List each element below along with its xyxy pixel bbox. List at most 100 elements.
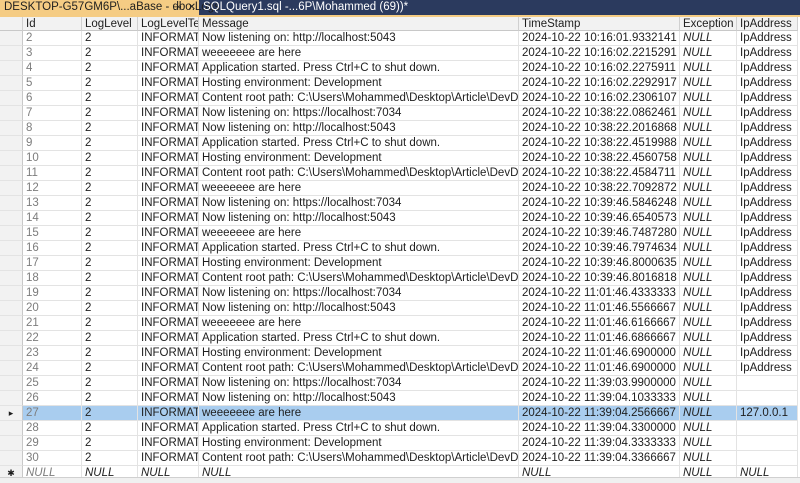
row-selector[interactable] — [0, 376, 23, 391]
cell-loglevel[interactable]: 2 — [82, 226, 138, 241]
table-row[interactable]: 22INFORMATIONNow listening on: http://lo… — [0, 31, 798, 46]
cell-ipaddress[interactable]: IpAddress — [737, 136, 798, 151]
table-row[interactable]: 182INFORMATIONContent root path: C:\User… — [0, 271, 798, 286]
row-selector[interactable] — [0, 271, 23, 286]
cell-id[interactable]: 22 — [23, 331, 82, 346]
cell-timestamp[interactable]: 2024-10-22 10:16:02.2275911 — [519, 61, 680, 76]
cell-timestamp[interactable]: 2024-10-22 11:01:46.6866667 — [519, 331, 680, 346]
cell-loglevel[interactable]: 2 — [82, 136, 138, 151]
cell-timestamp[interactable]: 2024-10-22 11:01:46.4333333 — [519, 286, 680, 301]
cell-ipaddress[interactable] — [737, 451, 798, 466]
cell-timestamp[interactable]: 2024-10-22 10:39:46.5846248 — [519, 196, 680, 211]
table-row[interactable]: 262INFORMATIONNow listening on: http://l… — [0, 391, 798, 406]
cell-message[interactable]: Content root path: C:\Users\Mohammed\Des… — [199, 451, 519, 466]
column-header-message[interactable]: Message — [199, 17, 519, 31]
cell-ipaddress[interactable]: IpAddress — [737, 226, 798, 241]
cell-ipaddress[interactable]: IpAddress — [737, 316, 798, 331]
row-selector[interactable] — [0, 226, 23, 241]
cell-timestamp[interactable]: 2024-10-22 11:39:04.2566667 — [519, 406, 680, 421]
cell-logleveltext[interactable]: INFORMATION — [138, 91, 199, 106]
cell-ipaddress[interactable]: IpAddress — [737, 346, 798, 361]
pin-icon[interactable]: ⊸ — [173, 2, 181, 13]
cell-ipaddress[interactable]: IpAddress — [737, 361, 798, 376]
tab-dbo-logs[interactable]: DESKTOP-G57GM6P\...aBase - dbo.Logs ⊸ ✕ — [0, 0, 220, 15]
close-icon[interactable]: ✕ — [188, 2, 196, 13]
table-row[interactable]: 72INFORMATIONNow listening on: https://l… — [0, 106, 798, 121]
cell-exception[interactable]: NULL — [680, 121, 737, 136]
cell-message[interactable]: Now listening on: https://localhost:7034 — [199, 286, 519, 301]
row-selector[interactable] — [0, 241, 23, 256]
table-row[interactable]: 172INFORMATIONHosting environment: Devel… — [0, 256, 798, 271]
cell-ipaddress[interactable]: IpAddress — [737, 31, 798, 46]
cell-ipaddress[interactable]: IpAddress — [737, 61, 798, 76]
cell-message[interactable]: Now listening on: http://localhost:5043 — [199, 301, 519, 316]
cell-logleveltext[interactable]: INFORMATION — [138, 121, 199, 136]
table-row[interactable]: 282INFORMATIONApplication started. Press… — [0, 421, 798, 436]
cell-ipaddress[interactable]: IpAddress — [737, 301, 798, 316]
cell-id[interactable]: 23 — [23, 346, 82, 361]
cell-exception[interactable]: NULL — [680, 436, 737, 451]
column-header-exception[interactable]: Exception — [680, 17, 737, 31]
cell-loglevel[interactable]: 2 — [82, 151, 138, 166]
cell-message[interactable]: Content root path: C:\Users\Mohammed\Des… — [199, 166, 519, 181]
cell-message[interactable]: Now listening on: https://localhost:7034 — [199, 196, 519, 211]
cell-logleveltext[interactable]: INFORMATION — [138, 361, 199, 376]
cell-logleveltext[interactable]: INFORMATION — [138, 166, 199, 181]
cell-exception[interactable]: NULL — [680, 406, 737, 421]
row-selector[interactable] — [0, 196, 23, 211]
cell-loglevel[interactable]: 2 — [82, 376, 138, 391]
cell-id[interactable]: 5 — [23, 76, 82, 91]
cell-timestamp[interactable]: 2024-10-22 11:39:03.9900000 — [519, 376, 680, 391]
cell-logleveltext[interactable]: INFORMATION — [138, 286, 199, 301]
cell-ipaddress[interactable]: 127.0.0.1 — [737, 406, 798, 421]
cell-exception[interactable]: NULL — [680, 331, 737, 346]
cell-loglevel[interactable]: 2 — [82, 91, 138, 106]
table-row[interactable]: 122INFORMATIONweeeeeee are here2024-10-2… — [0, 181, 798, 196]
tab-sqlquery1[interactable]: SQLQuery1.sql -...6P\Mohammed (69))* — [199, 0, 408, 15]
cell-timestamp[interactable]: 2024-10-22 11:39:04.1033333 — [519, 391, 680, 406]
row-selector[interactable] — [0, 31, 23, 46]
cell-loglevel[interactable]: 2 — [82, 406, 138, 421]
cell-id[interactable]: 13 — [23, 196, 82, 211]
table-row[interactable]: 142INFORMATIONNow listening on: http://l… — [0, 211, 798, 226]
table-row[interactable]: 42INFORMATIONApplication started. Press … — [0, 61, 798, 76]
cell-logleveltext[interactable]: INFORMATION — [138, 31, 199, 46]
cell-loglevel[interactable]: 2 — [82, 451, 138, 466]
table-row[interactable]: 112INFORMATIONContent root path: C:\User… — [0, 166, 798, 181]
cell-loglevel[interactable]: 2 — [82, 361, 138, 376]
cell-exception[interactable]: NULL — [680, 391, 737, 406]
cell-exception[interactable]: NULL — [680, 31, 737, 46]
cell-exception[interactable]: NULL — [680, 376, 737, 391]
cell-timestamp[interactable]: 2024-10-22 10:39:46.8000635 — [519, 256, 680, 271]
cell-message[interactable]: Application started. Press Ctrl+C to shu… — [199, 136, 519, 151]
cell-id[interactable]: 18 — [23, 271, 82, 286]
cell-ipaddress[interactable]: IpAddress — [737, 181, 798, 196]
cell-loglevel[interactable]: 2 — [82, 256, 138, 271]
cell-loglevel[interactable]: 2 — [82, 196, 138, 211]
cell-message[interactable]: Hosting environment: Development — [199, 436, 519, 451]
cell-ipaddress[interactable]: IpAddress — [737, 211, 798, 226]
table-row[interactable]: 152INFORMATIONweeeeeee are here2024-10-2… — [0, 226, 798, 241]
cell-id[interactable]: 28 — [23, 421, 82, 436]
cell-logleveltext[interactable]: INFORMATION — [138, 316, 199, 331]
cell-logleveltext[interactable]: INFORMATION — [138, 226, 199, 241]
cell-ipaddress[interactable]: IpAddress — [737, 331, 798, 346]
row-selector[interactable] — [0, 61, 23, 76]
row-selector[interactable] — [0, 361, 23, 376]
column-header-id[interactable]: Id — [23, 17, 82, 31]
cell-loglevel[interactable]: 2 — [82, 181, 138, 196]
cell-exception[interactable]: NULL — [680, 76, 737, 91]
cell-logleveltext[interactable]: INFORMATION — [138, 451, 199, 466]
column-header-logleveltext[interactable]: LogLevelText — [138, 17, 199, 31]
cell-exception[interactable]: NULL — [680, 196, 737, 211]
cell-loglevel[interactable]: 2 — [82, 271, 138, 286]
row-selector[interactable]: ▸ — [0, 406, 23, 421]
cell-timestamp[interactable]: 2024-10-22 10:39:46.8016818 — [519, 271, 680, 286]
table-row[interactable]: 32INFORMATIONweeeeeee are here2024-10-22… — [0, 46, 798, 61]
cell-exception[interactable]: NULL — [680, 346, 737, 361]
table-row[interactable]: 292INFORMATIONHosting environment: Devel… — [0, 436, 798, 451]
cell-id[interactable]: 26 — [23, 391, 82, 406]
row-selector[interactable] — [0, 286, 23, 301]
cell-exception[interactable]: NULL — [680, 151, 737, 166]
cell-id[interactable]: 25 — [23, 376, 82, 391]
